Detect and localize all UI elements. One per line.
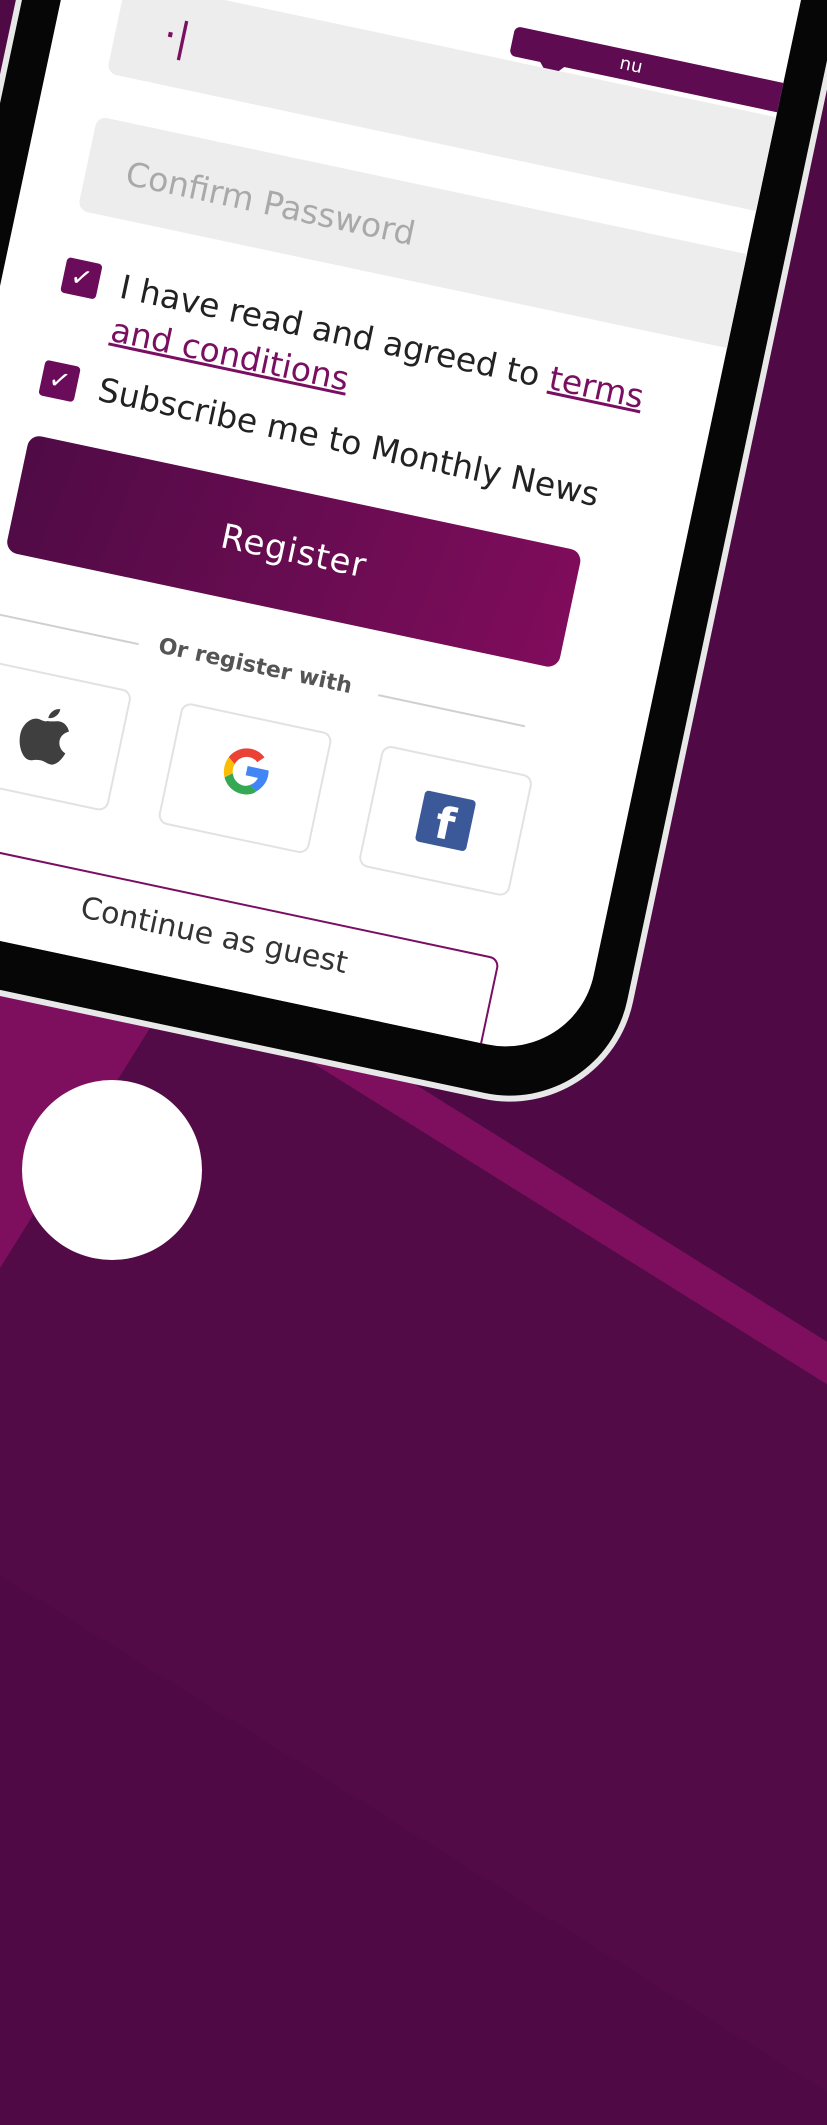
phone-mockup: nu ·| Confirm Password ✓ I have read and… — [0, 0, 827, 1118]
facebook-icon: f — [414, 790, 477, 852]
apple-icon — [12, 697, 77, 773]
google-register-button[interactable] — [156, 701, 334, 855]
divider-line — [378, 694, 526, 728]
password-hint-text: nu — [617, 52, 645, 79]
terms-checkbox[interactable]: ✓ — [60, 256, 103, 300]
confirm-password-placeholder: Confirm Password — [122, 153, 419, 254]
apple-register-button[interactable] — [0, 658, 133, 813]
background-bubble — [22, 1080, 202, 1260]
divider-text: Or register with — [156, 633, 355, 700]
facebook-register-button[interactable]: f — [357, 744, 534, 898]
google-icon — [208, 736, 282, 821]
newsletter-checkbox[interactable]: ✓ — [38, 359, 81, 403]
password-value: ·| — [159, 11, 195, 63]
divider-line — [0, 612, 139, 646]
